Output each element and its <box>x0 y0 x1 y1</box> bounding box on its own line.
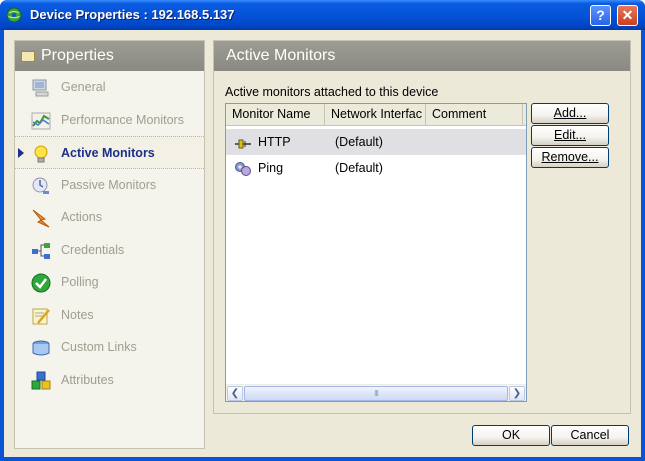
custom-links-icon <box>32 340 50 356</box>
close-button[interactable]: ✕ <box>617 5 638 26</box>
column-comment[interactable]: Comment <box>426 104 523 125</box>
scroll-left-icon[interactable]: ❮ <box>227 386 243 401</box>
nav-item-label: Notes <box>61 307 94 322</box>
nav-item-performance-monitors[interactable]: Performance Monitors <box>15 104 204 137</box>
active-monitors-panel: Active Monitors Active monitors attached… <box>213 40 631 414</box>
nav-item-credentials[interactable]: Credentials <box>15 234 204 267</box>
add-button-label: Add... <box>553 106 587 120</box>
nav-item-label: Performance Monitors <box>61 112 184 127</box>
cell-monitor-name: HTTP <box>258 135 291 149</box>
folder-icon <box>21 51 35 62</box>
cell-network-interface: (Default) <box>335 135 383 149</box>
active-monitors-header: Active Monitors <box>214 41 630 71</box>
window-title: Device Properties : 192.168.5.137 <box>30 7 235 22</box>
nav-item-label: Attributes <box>61 372 114 387</box>
horizontal-scrollbar[interactable]: ❮ III ❯ <box>226 384 526 401</box>
nav-item-label: Polling <box>61 275 99 289</box>
nav-item-general[interactable]: General <box>15 71 204 104</box>
list-header: Monitor Name Network Interfac Comment <box>226 104 526 126</box>
nav-item-label: Actions <box>61 210 102 224</box>
nav-item-passive-monitors[interactable]: Passive Monitors <box>15 169 204 202</box>
nav-item-custom-links[interactable]: Custom Links <box>15 331 204 364</box>
nav-item-label: Custom Links <box>61 340 137 354</box>
nav-item-active-monitors[interactable]: Active Monitors <box>15 136 204 169</box>
column-monitor-name[interactable]: Monitor Name <box>226 104 325 125</box>
nav-item-notes[interactable]: Notes <box>15 299 204 332</box>
nav-item-label: Passive Monitors <box>61 177 157 192</box>
notes-pencil-icon <box>32 308 50 324</box>
cell-monitor-name: Ping <box>258 161 284 175</box>
properties-panel: Properties General Performance Monitors … <box>14 40 205 449</box>
selected-arrow-icon <box>18 148 24 158</box>
ping-monitor-icon <box>235 162 251 176</box>
credentials-network-icon <box>32 242 50 259</box>
performance-chart-icon <box>31 112 51 129</box>
remove-button-label: Remove... <box>541 150 599 164</box>
attributes-blocks-icon <box>31 371 51 389</box>
dialog-client-area: Properties General Performance Monitors … <box>4 30 641 457</box>
monitors-caption: Active monitors attached to this device <box>225 85 439 99</box>
properties-nav: General Performance Monitors Active Moni… <box>15 71 204 396</box>
column-network-interface[interactable]: Network Interfac <box>325 104 426 125</box>
http-monitor-icon <box>235 139 251 149</box>
properties-header: Properties <box>15 41 204 71</box>
add-button[interactable]: Add... <box>531 103 609 124</box>
polling-checkmark-icon <box>31 273 51 293</box>
computer-icon <box>32 79 49 97</box>
nav-item-label: General <box>61 80 106 94</box>
lightbulb-icon <box>34 145 48 163</box>
nav-item-attributes[interactable]: Attributes <box>15 364 204 397</box>
nav-item-actions[interactable]: Actions <box>15 201 204 234</box>
nav-item-label: Credentials <box>61 242 125 257</box>
actions-lightning-icon <box>32 209 50 228</box>
app-globe-icon <box>6 7 22 23</box>
monitors-list[interactable]: Monitor Name Network Interfac Comment HT… <box>225 103 527 402</box>
cancel-button[interactable]: Cancel <box>551 425 629 446</box>
properties-header-label: Properties <box>41 47 114 64</box>
edit-button-label: Edit... <box>554 128 586 142</box>
list-row-ping[interactable]: Ping (Default) <box>226 155 526 181</box>
nav-item-label: Active Monitors <box>61 146 155 160</box>
scroll-thumb[interactable]: III <box>244 386 508 401</box>
list-row-http[interactable]: HTTP (Default) <box>226 129 526 155</box>
scroll-right-icon[interactable]: ❯ <box>509 386 525 401</box>
cell-network-interface: (Default) <box>335 161 383 175</box>
title-bar[interactable]: Device Properties : 192.168.5.137 ? ✕ <box>0 0 645 30</box>
help-button[interactable]: ? <box>590 5 611 26</box>
remove-button[interactable]: Remove... <box>531 147 609 168</box>
edit-button[interactable]: Edit... <box>531 125 609 146</box>
ok-button[interactable]: OK <box>472 425 550 446</box>
nav-item-polling[interactable]: Polling <box>15 266 204 299</box>
device-properties-window: Device Properties : 192.168.5.137 ? ✕ Pr… <box>0 0 645 461</box>
passive-monitor-icon <box>32 177 49 194</box>
